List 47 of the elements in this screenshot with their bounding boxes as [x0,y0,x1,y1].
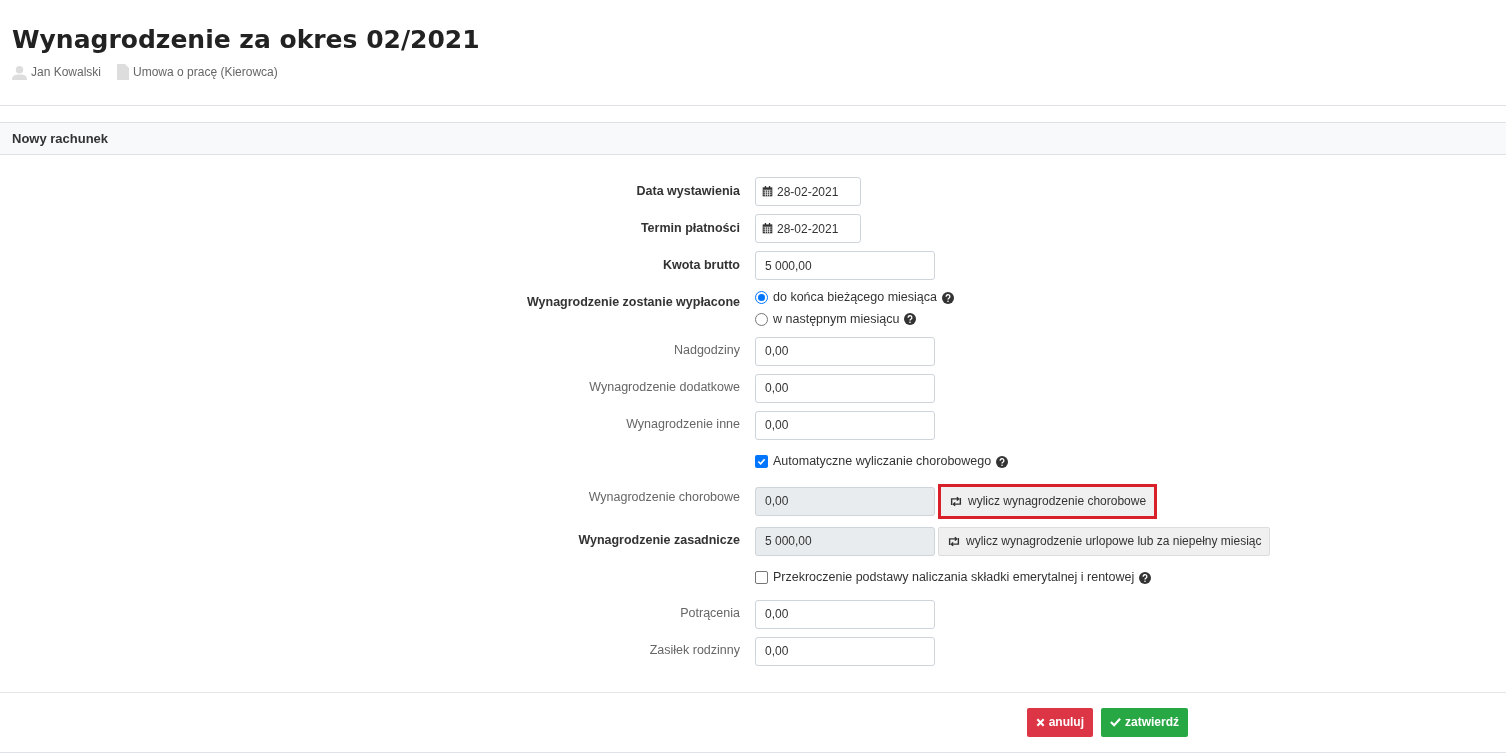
input-field[interactable]: 5 000,00 [755,251,935,281]
cancel-button[interactable]: anuluj [1026,707,1093,737]
help-icon[interactable] [1139,571,1152,584]
checkbox-label[interactable]: Automatyczne wyliczanie chorobowego [773,452,992,472]
field-label: Zasiłek rodzinny [649,642,740,660]
page-title: Wynagrodzenie za okres 02/2021 [12,24,481,56]
field-label: Wynagrodzenie inne [626,416,740,434]
employee-name: Jan Kowalski [31,64,102,82]
date-field[interactable]: 28-02-2021 [755,214,861,244]
field-label: Potrącenia [680,605,740,623]
contract-name: Umowa o pracę (Kierowca) [133,64,278,82]
field-label: Termin płatności [640,219,740,237]
readonly-field: 5 000,00 [755,526,935,556]
radio-label[interactable]: do końca bieżącego miesiąca [773,288,937,307]
input-field[interactable]: 0,00 [755,336,935,366]
calculate-button[interactable]: wylicz wynagrodzenie urlopowe lub za niepełny miesiąc [938,526,1271,556]
help-icon[interactable] [996,455,1009,468]
repeat-icon [947,535,961,547]
document-icon [117,64,130,81]
input-field[interactable]: 0,00 [755,599,935,629]
calculate-button[interactable]: wylicz wynagrodzenie chorobowe [938,483,1158,519]
field-label: Wynagrodzenie zostanie wypłacone [527,293,740,311]
input-field[interactable]: 0,00 [755,636,935,666]
field-label: Nadgodziny [674,342,740,360]
check-icon [1110,717,1121,728]
checkbox-label[interactable]: Przekroczenie podstawy naliczania składki emerytalnej i rentowej [773,568,1135,588]
calendar-icon [762,186,773,198]
readonly-field: 0,00 [755,486,935,516]
help-icon[interactable] [942,291,954,304]
person-icon [12,64,27,80]
radio-label[interactable]: w następnym miesiącu [773,310,900,329]
calendar-icon [762,223,773,235]
input-field[interactable]: 0,00 [755,373,935,403]
field-label: Data wystawienia [636,182,740,200]
close-icon [1035,717,1045,727]
field-label: Kwota brutto [662,256,740,274]
field-label: Wynagrodzenie zasadnicze [578,532,740,550]
radio-button[interactable] [755,312,768,326]
help-icon[interactable] [904,313,917,326]
field-label: Wynagrodzenie dodatkowe [589,379,740,397]
checkbox[interactable] [755,571,768,585]
checkbox[interactable] [755,455,768,469]
repeat-icon [949,495,963,507]
input-field[interactable]: 0,00 [755,410,935,440]
field-label: Wynagrodzenie chorobowe [588,489,740,507]
section-title: Nowy rachunek [12,130,109,148]
date-field[interactable]: 28-02-2021 [755,177,861,207]
